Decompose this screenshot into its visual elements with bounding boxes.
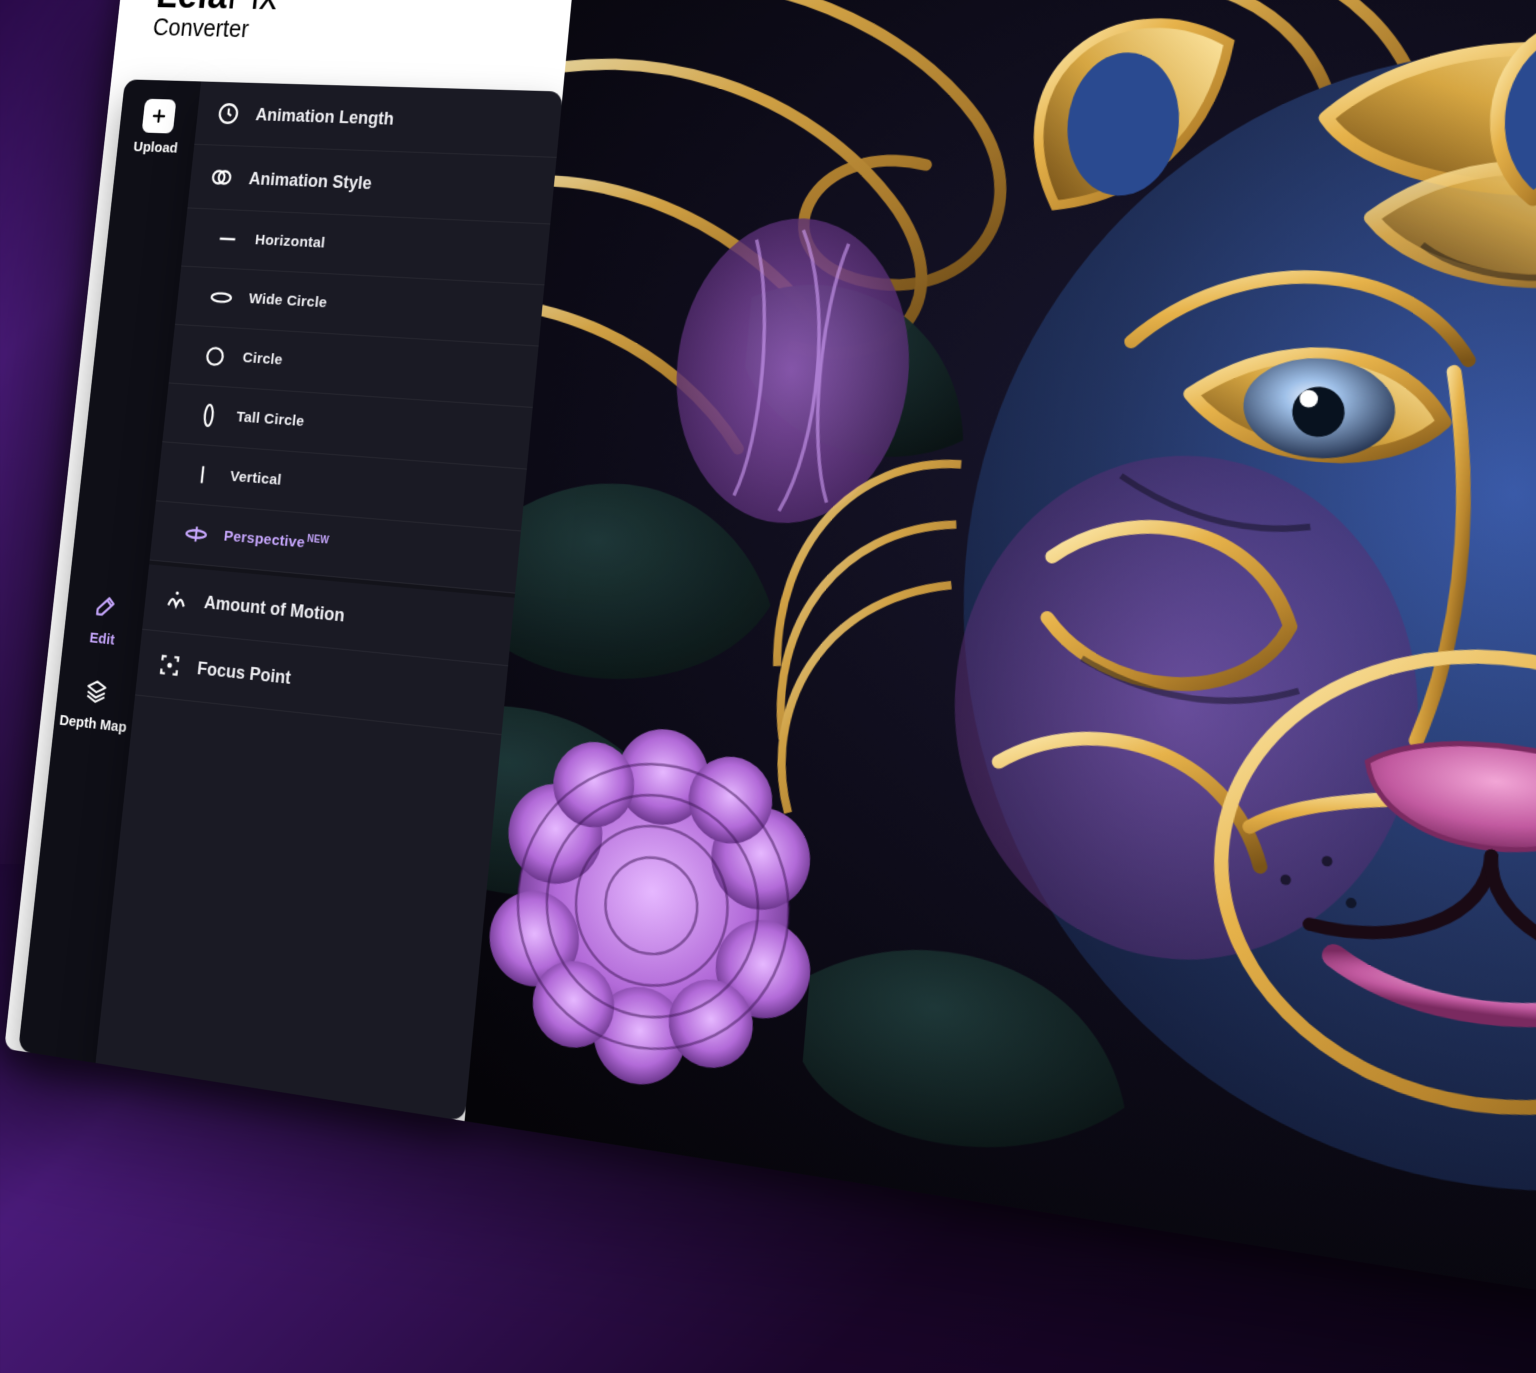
tab-upload[interactable]: Upload [133,98,183,156]
style-perspective-label: PerspectiveNEW [223,527,330,555]
wide-ellipse-icon [208,284,234,310]
vertical-line-icon [190,461,216,488]
style-wide-circle-label: Wide Circle [248,290,328,312]
tab-spacer [110,181,152,564]
circle-icon [202,343,228,370]
style-vertical-label: Vertical [229,468,282,490]
brand-block: LeiaPix Converter [113,0,577,80]
style-tall-circle-label: Tall Circle [235,409,305,431]
style-circle-label: Circle [242,349,284,369]
overlap-circles-icon [209,164,235,190]
focus-icon [157,651,183,679]
tall-ellipse-icon [196,402,222,429]
layers-icon [79,672,114,711]
section-amount-of-motion-label: Amount of Motion [203,592,345,626]
style-perspective-text: Perspective [223,528,306,552]
new-badge: NEW [306,534,329,547]
preview-canvas[interactable] [465,0,1536,1359]
clock-icon [216,101,242,126]
tab-depth-map[interactable]: Depth Map [59,670,132,737]
motion-icon [164,586,190,614]
app-window: LeiaPix Converter [4,0,1536,1359]
perspective-icon [183,520,209,547]
preview-art [465,0,1536,1359]
plus-icon [142,99,177,134]
style-horizontal-label: Horizontal [254,232,326,253]
horizontal-line-icon [215,226,241,252]
tab-edit[interactable]: Edit [85,588,123,650]
tab-edit-label: Edit [89,631,115,650]
section-animation-style-label: Animation Style [248,168,373,193]
tab-upload-label: Upload [133,140,179,157]
section-animation-length-label: Animation Length [255,104,395,129]
pencil-square-icon [88,588,123,626]
section-focus-point-label: Focus Point [196,658,292,689]
tab-depth-label: Depth Map [59,713,128,737]
